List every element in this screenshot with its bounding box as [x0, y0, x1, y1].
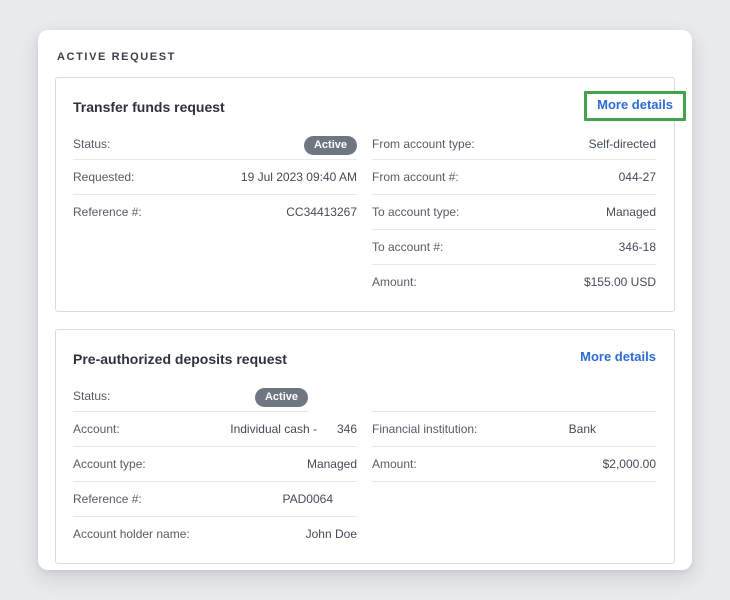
row-label: Status: — [73, 136, 111, 151]
detail-row: Amount: $2,000.00 — [372, 446, 656, 482]
detail-row: From account #: 044-27 — [372, 159, 656, 194]
more-details-link[interactable]: More details — [597, 97, 673, 112]
left-column: Status: Active Requested: 19 Jul 2023 09… — [73, 128, 357, 299]
row-label: Reference #: — [73, 205, 142, 219]
row-value: 19 Jul 2023 09:40 AM — [240, 170, 357, 184]
detail-columns: Status: Active Requested: 19 Jul 2023 09… — [73, 128, 656, 299]
request-cards-list: Transfer funds request More details Stat… — [55, 77, 686, 564]
card-header: Pre-authorized deposits request More det… — [73, 348, 656, 374]
row-label: Financial institution: — [372, 422, 478, 436]
detail-row: From account type: Self-directed — [372, 128, 656, 159]
row-value: $155.00 USD — [583, 275, 656, 289]
detail-row: Reference #: PAD0064 — [73, 481, 357, 516]
row-label: Amount: — [372, 457, 417, 471]
row-value: Individual cash - 346 — [230, 422, 357, 436]
detail-row: Requested: 19 Jul 2023 09:40 AM — [73, 159, 357, 194]
status-badge: Active — [303, 135, 357, 155]
row-value: 346-18 — [618, 240, 656, 254]
row-value: Managed — [306, 457, 357, 471]
row-value: Self-directed — [588, 136, 656, 151]
detail-row: Financial institution: Bank — [372, 411, 656, 446]
row-value: $2,000.00 — [602, 457, 656, 471]
status-badge: Active — [254, 387, 308, 407]
active-request-panel: ACTIVE REQUEST Transfer funds request Mo… — [38, 30, 692, 570]
card-title: Transfer funds request — [73, 99, 225, 115]
detail-row: Account: Individual cash - 346 — [73, 412, 357, 446]
row-label: Reference #: — [73, 492, 142, 506]
row-label: Account: — [73, 422, 120, 436]
detail-row: Reference #: CC34413267 — [73, 194, 357, 229]
empty-row-spacer — [372, 380, 656, 411]
left-column: Status: Active Account: Individual cash … — [73, 380, 357, 551]
row-value: 044-27 — [618, 170, 656, 184]
row-value: PAD0064 — [282, 492, 333, 506]
row-label: Account holder name: — [73, 527, 190, 541]
request-card: Transfer funds request More details Stat… — [55, 77, 686, 312]
row-label: Amount: — [372, 275, 417, 289]
detail-row: Account holder name: John Doe — [73, 516, 357, 551]
row-label: To account #: — [372, 240, 444, 254]
detail-row: To account #: 346-18 — [372, 229, 656, 264]
detail-row: To account type: Managed — [372, 194, 656, 229]
card-title: Pre-authorized deposits request — [73, 351, 287, 367]
detail-row: Account type: Managed — [73, 446, 357, 481]
row-label: To account type: — [372, 205, 460, 219]
detail-row: Status: Active — [73, 128, 357, 159]
detail-row: Status: Active — [73, 380, 308, 412]
more-details-slot: More details — [584, 91, 686, 121]
row-value: John Doe — [305, 527, 357, 541]
row-value: Active — [254, 387, 308, 407]
detail-columns: Status: Active Account: Individual cash … — [73, 380, 656, 551]
section-heading: ACTIVE REQUEST — [57, 51, 176, 63]
row-value: Bank — [568, 422, 596, 436]
request-card: Pre-authorized deposits request More det… — [55, 329, 675, 564]
row-value: CC34413267 — [286, 205, 357, 219]
row-label: Requested: — [73, 170, 135, 184]
right-column: From account type: Self-directed From ac… — [372, 128, 656, 299]
row-label: Status: — [73, 388, 111, 403]
row-value: Active — [303, 135, 357, 155]
right-column: Financial institution: Bank Amount: $2,0… — [372, 380, 656, 551]
row-label: From account type: — [372, 136, 475, 151]
more-details-slot: More details — [580, 348, 656, 366]
more-details-link[interactable]: More details — [580, 346, 656, 364]
detail-row: Amount: $155.00 USD — [372, 264, 656, 299]
card-header: Transfer funds request More details — [73, 91, 686, 122]
row-label: Account type: — [73, 457, 146, 471]
row-value: Managed — [605, 205, 656, 219]
row-label: From account #: — [372, 170, 459, 184]
highlight-box: More details — [584, 91, 686, 121]
